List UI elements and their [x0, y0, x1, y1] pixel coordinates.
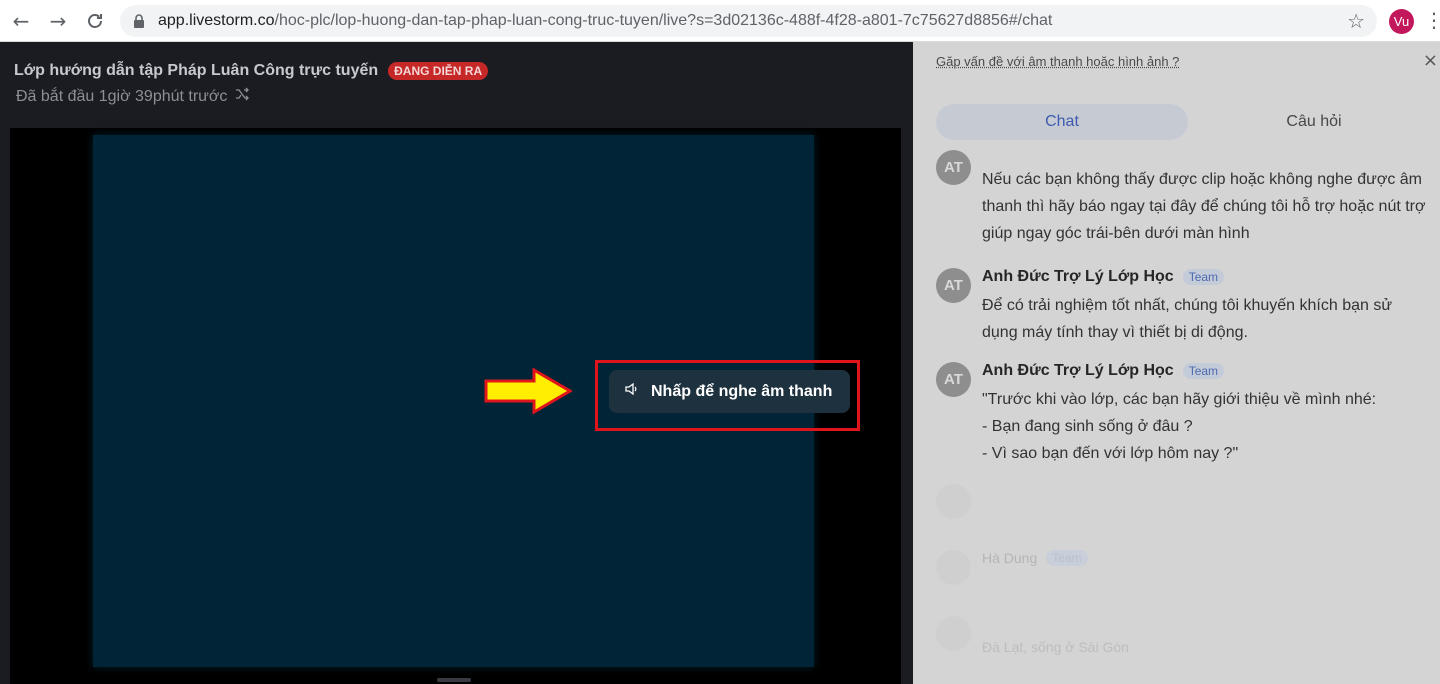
shuffle-icon[interactable] [235, 87, 250, 106]
event-header: Lớp hướng dẫn tập Pháp Luân Công trực tu… [14, 62, 489, 80]
message-header: Hà Dung Team [982, 550, 1088, 566]
arrow-left-icon[interactable]: ← [8, 8, 34, 34]
star-icon[interactable]: ☆ [1347, 9, 1365, 33]
live-badge: ĐANG DIỄN RA [388, 62, 489, 80]
arrow-right-icon[interactable]: → [45, 8, 71, 34]
address-bar[interactable]: app.livestorm.co/hoc-plc/lop-huong-dan-t… [120, 5, 1377, 37]
team-badge: Team [1046, 550, 1088, 566]
team-badge: Team [1182, 363, 1225, 379]
url-text: app.livestorm.co/hoc-plc/lop-huong-dan-t… [158, 12, 1053, 29]
started-time: Đã bắt đầu 1giờ 39phút trước [16, 87, 250, 106]
av-issue-link[interactable]: Gặp vấn đề với âm thanh hoặc hình ảnh ? [936, 54, 1179, 69]
message-text: Nếu các bạn không thấy được clip hoặc kh… [982, 171, 1426, 242]
avatar: AT [936, 150, 971, 185]
avatar [936, 616, 971, 651]
team-badge: Team [1182, 269, 1225, 285]
profile-avatar[interactable]: Vu [1389, 9, 1414, 34]
reload-icon[interactable] [82, 8, 108, 34]
started-text: Đã bắt đầu 1giờ 39phút trước [16, 87, 228, 105]
chat-sidebar: Gặp vấn đề với âm thanh hoặc hình ảnh ? … [913, 42, 1440, 684]
sidebar-tabs: Chat Câu hỏi [936, 104, 1440, 140]
author-name: Anh Đức Trợ Lý Lớp Học [982, 362, 1174, 379]
message-text: Để có trải nghiệm tốt nhất, chúng tôi kh… [982, 297, 1393, 341]
message-header: Anh Đức Trợ Lý Lớp Học Team [982, 362, 1225, 380]
message-text: Đà Lạt, sống ở Sài Gòn [982, 639, 1129, 655]
speaker-icon [625, 382, 639, 401]
avatar [936, 484, 971, 519]
unmute-label: Nhấp để nghe âm thanh [651, 382, 833, 400]
event-title: Lớp hướng dẫn tập Pháp Luân Công trực tu… [14, 62, 379, 79]
video-stage: Lớp hướng dẫn tập Pháp Luân Công trực tu… [0, 42, 913, 684]
avatar [936, 550, 971, 585]
avatar: AT [936, 362, 971, 397]
drag-handle[interactable] [437, 678, 471, 682]
message-text: "Trước khi vào lớp, các bạn hãy giới thi… [982, 391, 1377, 462]
pointer-arrow-icon [484, 367, 573, 419]
author-name: Anh Đức Trợ Lý Lớp Học [982, 268, 1174, 285]
kebab-menu-icon[interactable]: ⋮ [1424, 8, 1440, 32]
author-name: Hà Dung [982, 550, 1038, 566]
lock-icon[interactable] [133, 14, 145, 33]
message-header: Anh Đức Trợ Lý Lớp Học Team [982, 268, 1225, 286]
unmute-button[interactable]: Nhấp để nghe âm thanh [609, 370, 850, 413]
avatar: AT [936, 268, 971, 303]
close-icon[interactable]: × [1423, 50, 1438, 71]
browser-toolbar: ← → app.livestorm.co/hoc-plc/lop-huong-d… [0, 0, 1440, 42]
tab-chat[interactable]: Chat [936, 104, 1188, 140]
tab-questions[interactable]: Câu hỏi [1188, 104, 1440, 140]
